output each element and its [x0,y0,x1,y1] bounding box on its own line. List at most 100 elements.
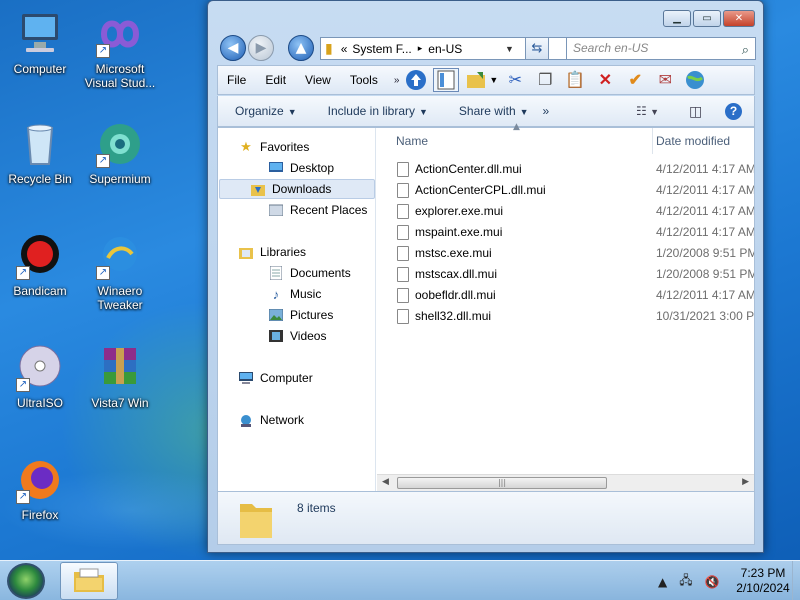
file-icon [397,204,409,219]
file-icon [397,183,409,198]
breadcrumb-en-us[interactable]: en-US [428,42,462,56]
view-options-icon[interactable]: ☷ ▼ [636,104,659,118]
bandicam-icon: ↗ [16,232,64,280]
show-desktop-button[interactable] [792,561,800,600]
nav-downloads[interactable]: Downloads [219,179,375,199]
supermium-icon: ↗ [96,120,144,168]
share-with-button[interactable]: Share with ▼ [442,104,543,118]
breadcrumb-system-folder[interactable]: System F... [352,42,411,56]
menu-file[interactable]: File [218,73,256,87]
window-controls: ▁ ▭ ✕ [661,10,755,27]
preview-pane-icon[interactable] [433,68,460,92]
menu-edit[interactable]: Edit [256,73,296,87]
nav-favorites[interactable]: ★ Favorites [238,137,309,157]
desktop-icon-supermium[interactable]: ↗ Supermium [80,120,160,186]
address-overflow[interactable]: « [341,42,348,56]
breadcrumb-separator[interactable]: ▸ [418,43,423,54]
file-row[interactable]: shell32.dll.mui 10/31/2021 3:00 PM [377,306,754,327]
copy-icon[interactable]: ❐ [532,68,558,92]
email-icon[interactable]: ✉ [652,68,678,92]
column-header-date-modified[interactable]: Date modified [656,128,730,154]
column-divider[interactable] [652,128,653,154]
clock[interactable]: 7:23 PM 2/10/2024 [730,566,796,596]
paste-icon[interactable]: 📋 [562,68,588,92]
volume-muted-icon[interactable]: 🔇 [705,575,720,589]
desktop-icon-bandicam[interactable]: ↗ Bandicam [0,232,80,298]
file-row[interactable]: mstsc.exe.mui 1/20/2008 9:51 PM [377,243,754,264]
address-dropdown-icon[interactable]: ▼ [505,44,514,54]
start-button[interactable] [7,563,45,599]
file-date: 4/12/2011 4:17 AM [656,183,754,197]
horizontal-scrollbar[interactable]: ◀ ||| ▶ [377,474,754,491]
up-folder-icon[interactable] [403,68,429,92]
nav-documents[interactable]: Documents [238,263,351,283]
nav-music[interactable]: ♪ Music [238,284,322,304]
maximize-button[interactable]: ▭ [693,10,721,27]
scroll-left-icon[interactable]: ◀ [382,477,389,487]
organize-button[interactable]: Organize ▼ [218,104,311,118]
refresh-button[interactable]: ⇆ [525,37,549,60]
help-icon[interactable]: ? [725,102,742,120]
nav-computer[interactable]: Computer [238,368,313,388]
search-icon[interactable]: ⌕ [742,39,749,60]
close-button[interactable]: ✕ [723,10,755,27]
more-commands-button[interactable]: » [543,104,564,118]
downloads-folder-icon [250,181,266,197]
folder-options-icon[interactable] [463,68,489,92]
preview-pane-toggle-icon[interactable]: ◫ [689,103,702,120]
file-date: 4/12/2011 4:17 AM [656,162,754,176]
minimize-button[interactable]: ▁ [663,10,691,27]
file-row[interactable]: mspaint.exe.mui 4/12/2011 4:17 AM [377,222,754,243]
menu-tools[interactable]: Tools [341,73,388,87]
nav-label: Favorites [260,140,310,154]
desktop-icon-visual-studio[interactable]: ↗ Microsoft Visual Stud... [80,10,160,90]
system-tray: ▲ 🖧 🔇 [658,571,732,592]
nav-videos[interactable]: Videos [238,326,326,346]
nav-network[interactable]: Network [238,410,304,430]
taskbar-explorer-button[interactable] [60,562,118,600]
scroll-right-icon[interactable]: ▶ [742,477,749,487]
file-icon [397,267,409,282]
nav-libraries[interactable]: Libraries [238,242,306,262]
nav-desktop[interactable]: Desktop [238,158,334,178]
globe-icon[interactable] [682,68,708,92]
forward-button[interactable]: ▶ [248,35,274,61]
column-header-name[interactable]: Name [396,128,428,154]
desktop-icon-computer[interactable]: Computer [0,10,80,76]
desktop-icon-firefox[interactable]: ↗ Firefox [0,456,80,522]
nav-recent-places[interactable]: Recent Places [238,200,367,220]
desktop-icon-winaero[interactable]: ↗ Winaero Tweaker [80,232,160,312]
back-button[interactable]: ◀ [220,35,246,61]
shortcut-arrow-icon: ↗ [16,266,30,280]
file-row[interactable]: mstscax.dll.mui 1/20/2008 9:51 PM [377,264,754,285]
cut-icon[interactable]: ✂ [502,68,528,92]
network-status-icon[interactable]: 🖧 [679,571,692,592]
explorer-window[interactable]: ▁ ▭ ✕ ◀ ▶ ▲ ▮ « System F... ▸ en-US ▼ ⇆ … [207,0,764,553]
shortcut-arrow-icon: ↗ [16,378,30,392]
up-button[interactable]: ▲ [288,35,314,61]
desktop-icon-label: Winaero Tweaker [97,284,143,312]
search-input[interactable]: Search en-US ⌕ [566,37,756,60]
delete-icon[interactable]: ✕ [592,68,618,92]
desktop-icon-ultraiso[interactable]: ↗ UltraISO [0,344,80,410]
computer-icon [16,10,64,58]
file-icon [397,246,409,261]
show-hidden-icons-icon[interactable]: ▲ [658,575,667,589]
include-in-library-button[interactable]: Include in library ▼ [311,104,442,118]
visual-studio-icon: ↗ [96,10,144,58]
folder-options-dropdown-icon[interactable]: ▼ [489,75,498,85]
file-date: 4/12/2011 4:17 AM [656,288,754,302]
menu-overflow-icon[interactable]: » [394,75,400,86]
recent-places-icon [268,202,284,218]
desktop-icon-recycle-bin[interactable]: Recycle Bin [0,120,80,186]
file-row[interactable]: ActionCenterCPL.dll.mui 4/12/2011 4:17 AM [377,180,754,201]
file-row[interactable]: explorer.exe.mui 4/12/2011 4:17 AM [377,201,754,222]
desktop-icon-winrar[interactable]: Vista7 Win [80,344,160,410]
menu-view[interactable]: View [296,73,341,87]
scrollbar-thumb[interactable]: ||| [397,477,607,489]
properties-check-icon[interactable]: ✔ [622,68,648,92]
nav-pictures[interactable]: Pictures [238,305,333,325]
file-row[interactable]: ActionCenter.dll.mui 4/12/2011 4:17 AM [377,159,754,180]
file-icon [397,288,409,303]
file-row[interactable]: oobefldr.dll.mui 4/12/2011 4:17 AM [377,285,754,306]
